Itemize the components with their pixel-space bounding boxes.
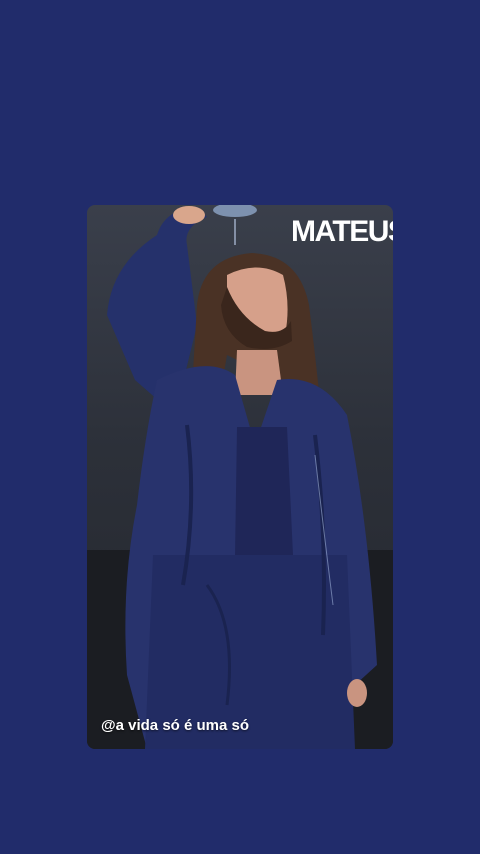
story-media-card[interactable]: MATEUS @a vida só é uma só <box>87 205 393 749</box>
story-screen: MATEUS @a vida só é uma só <box>0 0 480 854</box>
performer-photo <box>107 205 377 749</box>
brand-logo-text: MATEUS <box>291 215 393 248</box>
story-caption: @a vida só é uma só <box>101 717 250 734</box>
